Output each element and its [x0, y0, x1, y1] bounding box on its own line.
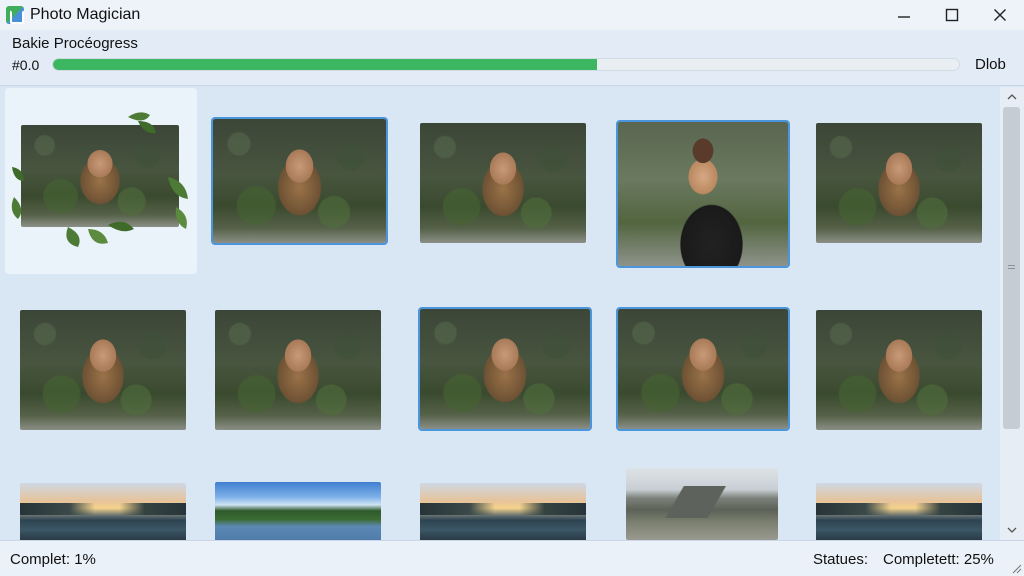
photo-magician-app-icon	[6, 6, 24, 24]
gallery-photo-sunset-lake[interactable]	[20, 483, 186, 540]
scroll-grip-icon	[1008, 265, 1015, 269]
chevron-up-icon	[1007, 94, 1017, 100]
gallery-photo-sunset-lake[interactable]	[420, 483, 586, 540]
close-button[interactable]	[976, 0, 1024, 30]
gallery-photo-portrait[interactable]	[418, 307, 592, 431]
status-complete-text: Complet: 1%	[10, 551, 96, 568]
close-icon	[994, 9, 1006, 21]
progress-panel: Bakie Procéogress #0.0 Dlob	[0, 30, 1024, 86]
vertical-scrollbar[interactable]	[1000, 87, 1024, 540]
photo-gallery[interactable]	[0, 87, 1000, 540]
scroll-thumb[interactable]	[1003, 107, 1020, 429]
progress-title: Bakie Procéogress	[12, 35, 138, 52]
status-value: Completett: 25%	[883, 551, 994, 568]
gallery-photo-portrait[interactable]	[20, 310, 186, 430]
gallery-photo-portrait[interactable]	[420, 123, 586, 243]
gallery-photo-portrait[interactable]	[215, 310, 381, 430]
gallery-photo-sunset-lake[interactable]	[816, 483, 982, 540]
window-controls	[880, 0, 1024, 30]
gallery-photo-forest-lake[interactable]	[215, 482, 381, 540]
scroll-down-button[interactable]	[1000, 522, 1024, 538]
gallery-photo-mountains[interactable]	[626, 468, 778, 540]
gallery-photo-portrait[interactable]	[816, 123, 982, 243]
scroll-up-button[interactable]	[1000, 89, 1024, 105]
leaf-frame-decoration	[11, 112, 188, 247]
status-bar: Complet: 1% Statues: Completett: 25%	[0, 540, 1024, 576]
minimize-icon	[898, 16, 910, 18]
gallery-photo-portrait-close[interactable]	[616, 120, 790, 268]
gallery-photo-portrait[interactable]	[211, 117, 388, 245]
progress-action-button[interactable]: Dlob	[975, 56, 1006, 73]
gallery-photo-portrait[interactable]	[616, 307, 790, 431]
minimize-button[interactable]	[880, 0, 928, 30]
progress-bar-fill	[53, 59, 597, 70]
maximize-button[interactable]	[928, 0, 976, 30]
chevron-down-icon	[1007, 527, 1017, 533]
gallery-photo-portrait[interactable]	[816, 310, 982, 430]
title-bar: Photo Magician	[0, 0, 1024, 30]
progress-value: #0.0	[12, 57, 40, 73]
resize-grip-icon[interactable]	[1010, 562, 1022, 574]
progress-bar	[52, 58, 960, 71]
status-label: Statues:	[813, 551, 869, 568]
maximize-icon	[945, 8, 959, 22]
window-title: Photo Magician	[30, 6, 141, 23]
